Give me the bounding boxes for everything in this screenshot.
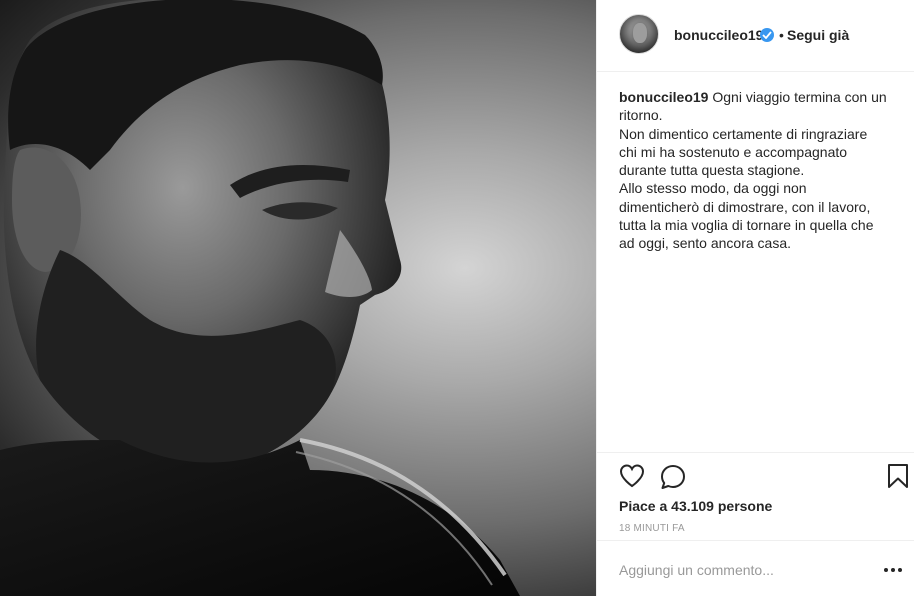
caption-line: ad oggi, sento ancora casa.: [619, 235, 792, 252]
following-button[interactable]: Segui già: [787, 27, 849, 43]
comment-bubble-icon[interactable]: [660, 464, 686, 495]
post-timestamp[interactable]: 18 minuti fa: [619, 523, 685, 534]
likes-count[interactable]: Piace a 43.109 persone: [619, 498, 772, 514]
author-username[interactable]: bonuccileo19: [674, 27, 763, 43]
post-header: bonuccileo19 • Segui già: [597, 0, 914, 72]
avatar[interactable]: [619, 14, 659, 54]
caption-line: Allo stesso modo, da oggi non: [619, 180, 807, 197]
caption-line: tutta la mia voglia di tornare in quella…: [619, 217, 874, 234]
post-caption: bonuccileo19 Ogni viaggio termina con un…: [619, 88, 891, 253]
post-photo[interactable]: [0, 0, 596, 596]
caption-line: durante tutta questa stagione.: [619, 162, 805, 179]
comment-section: [597, 540, 914, 596]
separator-dot: •: [779, 27, 784, 43]
post-side-panel: bonuccileo19 • Segui già bonuccileo19 Og…: [596, 0, 914, 596]
caption-line: Non dimentico certamente di ringraziare: [619, 125, 868, 142]
heart-icon[interactable]: [619, 464, 645, 493]
caption-line: bonuccileo19 Ogni viaggio termina con un: [619, 89, 887, 105]
portrait-image: [0, 0, 520, 596]
caption-line: chi mi ha sostenuto e accompagnato: [619, 143, 848, 160]
more-options-icon[interactable]: [881, 561, 905, 577]
caption-username[interactable]: bonuccileo19: [619, 89, 708, 105]
comment-input[interactable]: [619, 559, 859, 581]
verified-badge-icon: [760, 28, 774, 42]
instagram-post: bonuccileo19 • Segui già bonuccileo19 Og…: [0, 0, 914, 596]
actions-divider: [597, 452, 914, 453]
caption-line: ritorno.: [619, 107, 663, 124]
bookmark-icon[interactable]: [887, 463, 909, 494]
caption-line: dimenticherò di dimostrare, con il lavor…: [619, 198, 871, 215]
